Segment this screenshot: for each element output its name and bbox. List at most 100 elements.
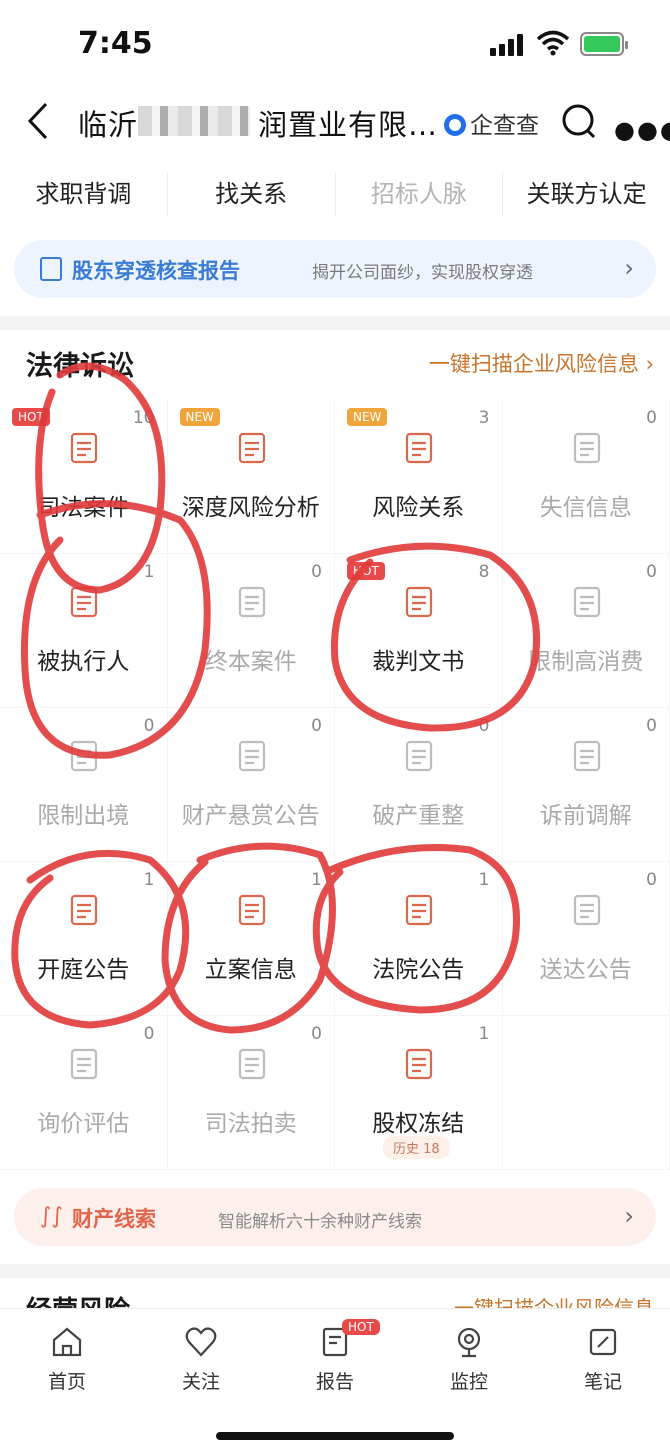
legal-item-label: 被执行人 <box>37 649 130 675</box>
tab-related-party[interactable]: 关联方认定 <box>503 160 670 228</box>
home-indicator <box>216 1432 454 1440</box>
legal-item[interactable]: 诉前调解 0 <box>502 708 670 862</box>
grid-row: 被执行人 1 终本案件 0 裁判文书 8 HOT 限制高消费 0 <box>0 554 670 708</box>
legal-item-count: 8 <box>478 562 490 582</box>
legal-item[interactable]: 股权冻结 1 历史 18 <box>335 1016 503 1170</box>
yen-clipboard-icon <box>573 586 600 618</box>
legal-item-count: 0 <box>311 1024 322 1044</box>
search-icon[interactable] <box>560 102 600 142</box>
legal-item[interactable]: 深度风险分析 NEW <box>167 400 335 554</box>
more-icon[interactable]: ●●● <box>614 116 670 144</box>
legal-item[interactable]: 失信信息 0 <box>502 400 670 554</box>
asset-banner-title: 财产线索 <box>72 1207 156 1231</box>
tab-job-check[interactable]: 求职背调 <box>0 160 167 228</box>
home-icon <box>52 1327 82 1357</box>
card-icon <box>70 740 98 772</box>
camera-icon <box>457 1327 481 1358</box>
legal-item-count: 0 <box>311 562 322 582</box>
legal-item-label: 终本案件 <box>204 649 297 675</box>
equity-banner-subtitle: 揭开公司面纱，实现股权穿透 <box>312 263 533 283</box>
equity-banner-title: 股东穿透核查报告 <box>72 259 240 283</box>
company-title: 临沂 润置业有限… <box>78 102 438 144</box>
legal-item[interactable]: 限制高消费 0 <box>502 554 670 708</box>
chevron-right-icon: › <box>624 254 634 282</box>
scan-risk-link-2[interactable]: 一键扫描企业风险信息 <box>454 1292 654 1308</box>
legal-item[interactable]: 司法案件 10 HOT <box>0 400 168 554</box>
route-icon: ∫∫ <box>40 1204 63 1229</box>
nav-notes[interactable]: 笔记 <box>536 1309 670 1450</box>
hot-badge: HOT <box>12 408 50 426</box>
nav-home-label: 首页 <box>47 1371 86 1393</box>
legal-item[interactable]: 送达公告 0 <box>502 862 670 1016</box>
nav-report-label: 报告 <box>315 1371 354 1393</box>
service-tab-row: 求职背调 找关系 招标人脉 关联方认定 <box>0 160 670 228</box>
legal-item[interactable]: 立案信息 1 <box>167 862 335 1016</box>
legal-item-count: 0 <box>311 716 322 736</box>
legal-item[interactable]: 法院公告 1 <box>335 862 503 1016</box>
legal-item-label: 财产悬赏公告 <box>181 803 320 829</box>
legal-item[interactable]: 司法拍卖 0 <box>167 1016 335 1170</box>
equity-report-banner[interactable]: 股东穿透核查报告 揭开公司面纱，实现股权穿透 › <box>14 240 656 298</box>
tab-bid-contacts[interactable]: 招标人脉 <box>336 160 503 228</box>
tab-find-relation[interactable]: 找关系 <box>168 160 335 228</box>
nav-notes-label: 笔记 <box>583 1371 622 1393</box>
company-title-start: 临沂 <box>78 108 139 142</box>
legal-item[interactable]: 裁判文书 8 HOT <box>335 554 503 708</box>
legal-item[interactable]: 破产重整 0 <box>335 708 503 862</box>
legal-item-count: 0 <box>646 716 657 736</box>
shield-search-icon <box>70 1048 98 1080</box>
battery-icon <box>580 32 628 56</box>
legal-item[interactable]: 开庭公告 1 <box>0 862 168 1016</box>
qcc-logo-icon <box>444 114 466 136</box>
legal-item[interactable]: 限制出境 0 <box>0 708 168 862</box>
legal-item[interactable]: 风险关系 3 NEW <box>335 400 503 554</box>
legal-item-count: 10 <box>132 408 155 428</box>
asset-clues-banner[interactable]: ∫∫ 财产线索 智能解析六十余种财产线索 › <box>14 1188 656 1246</box>
legal-item-label: 开庭公告 <box>37 957 130 983</box>
legal-item-label: 限制出境 <box>37 803 130 829</box>
building-doc-icon <box>405 740 433 772</box>
section-title-operation: 经营风险 <box>26 1290 130 1308</box>
scan-risk-link[interactable]: 一键扫描企业风险信息 › <box>429 348 654 378</box>
legal-item[interactable]: 财产悬赏公告 0 <box>167 708 335 862</box>
legal-item-label: 限制高消费 <box>528 649 644 675</box>
legal-item[interactable]: 被执行人 1 <box>0 554 168 708</box>
mail-doc-icon <box>573 740 600 772</box>
status-bar: 7:45 <box>0 0 670 90</box>
radar-icon <box>238 432 265 464</box>
legal-item[interactable]: 询价评估 0 <box>0 1016 168 1170</box>
target-yen-icon <box>238 740 265 772</box>
redacted-text <box>138 106 250 136</box>
seal-doc-icon <box>573 894 600 926</box>
back-arrow-icon[interactable] <box>22 100 54 142</box>
scan-risk-link-text: 一键扫描企业风险信息 <box>428 352 639 376</box>
new-badge: NEW <box>347 408 388 426</box>
legal-item-count: 1 <box>478 870 490 890</box>
legal-item-count: 0 <box>143 716 155 736</box>
hot-badge: HOT <box>347 562 385 580</box>
notice-icon <box>405 894 433 926</box>
document-star-icon <box>238 586 265 618</box>
legal-item-label: 深度风险分析 <box>181 495 320 521</box>
nav-report[interactable]: HOT 报告 <box>268 1309 402 1450</box>
legal-item[interactable]: 终本案件 0 <box>167 554 335 708</box>
nav-follow[interactable]: 关注 <box>134 1309 268 1450</box>
legal-item-label: 失信信息 <box>539 495 632 521</box>
legal-item-count: 1 <box>143 870 155 890</box>
empty-cell <box>502 1016 670 1170</box>
nav-home[interactable]: 首页 <box>0 1309 134 1450</box>
nav-monitor[interactable]: 监控 <box>402 1309 536 1450</box>
report-icon <box>40 257 62 281</box>
legal-item-count: 1 <box>478 1024 490 1044</box>
bottom-nav: 首页 关注 HOT 报告 监控 笔记 <box>0 1308 670 1450</box>
legal-item-label: 破产重整 <box>372 803 465 829</box>
legal-item-count: 0 <box>143 1024 155 1044</box>
relation-icon <box>405 432 433 464</box>
legal-grid: 司法案件 10 HOT 深度风险分析 NEW 风险关系 3 NEW 失信信息 0 被执行人 1 终本案件… <box>0 400 670 1170</box>
legal-item-label: 诉前调解 <box>539 803 632 829</box>
book-icon <box>70 432 98 464</box>
legal-item-label: 询价评估 <box>37 1111 130 1137</box>
legal-item-count: 0 <box>646 870 657 890</box>
file-box-icon <box>238 894 265 926</box>
brand-name: 企查查 <box>470 113 539 139</box>
